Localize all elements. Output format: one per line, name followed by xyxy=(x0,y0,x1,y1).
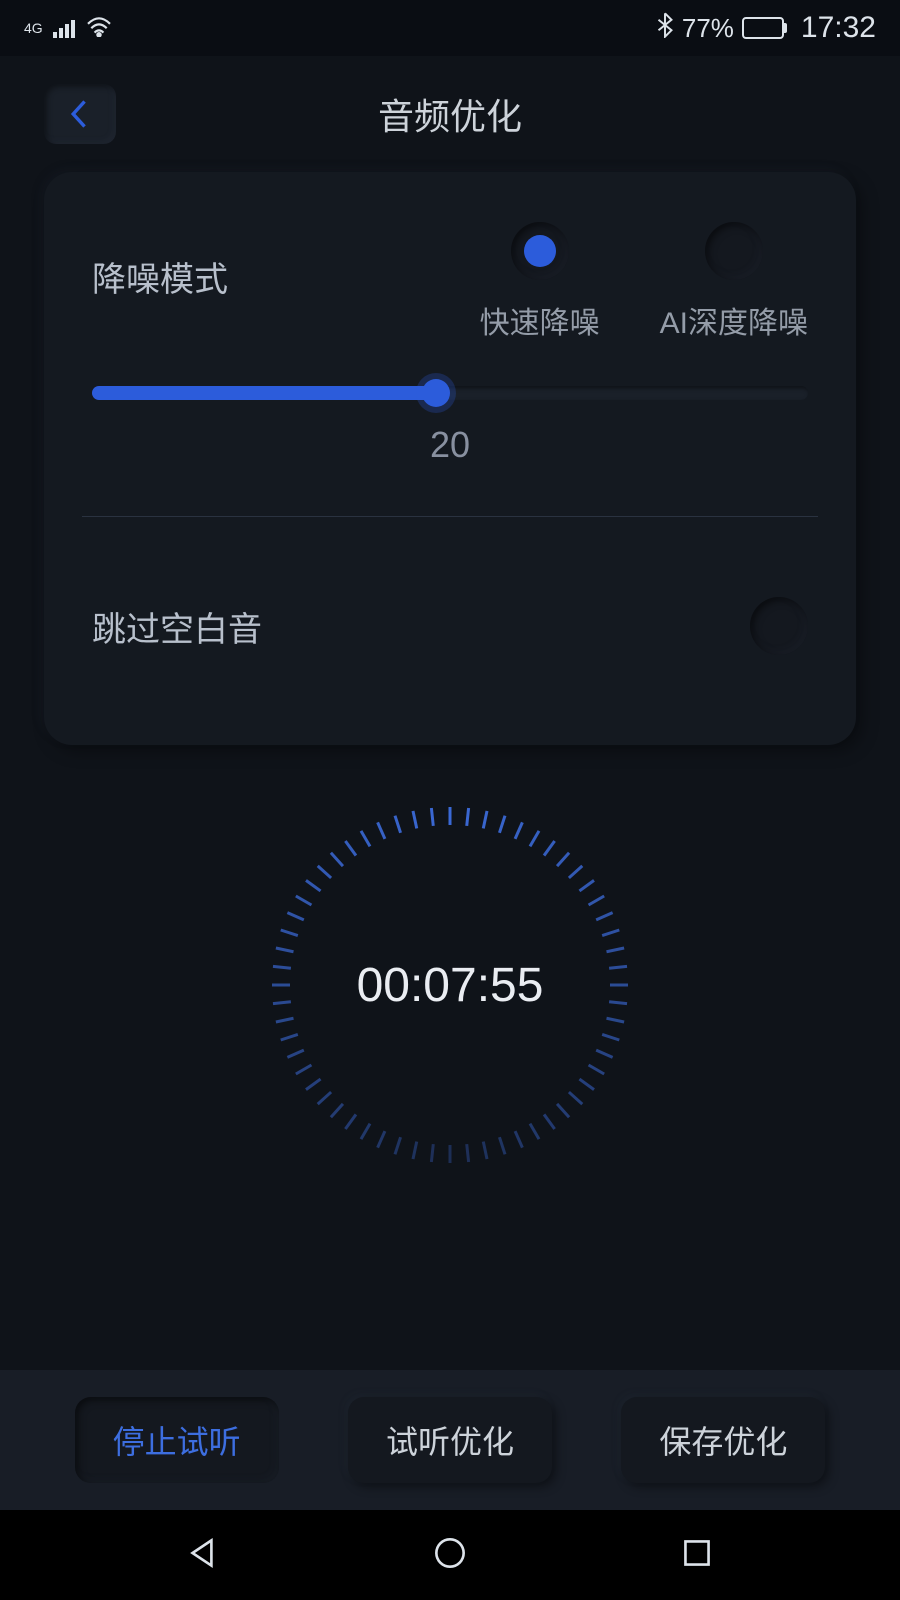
denoise-slider[interactable]: 20 xyxy=(92,386,808,466)
denoise-option-fast[interactable]: 快速降噪 xyxy=(480,222,600,342)
status-bar: 4G 77% 17:32 xyxy=(0,0,900,56)
preview-optimize-button[interactable]: 试听优化 xyxy=(348,1397,552,1483)
signal-icon xyxy=(53,18,75,38)
nav-recent-button[interactable] xyxy=(676,1532,718,1579)
battery-icon xyxy=(742,17,787,39)
android-nav-bar xyxy=(0,1510,900,1600)
stop-preview-button[interactable]: 停止试听 xyxy=(75,1397,279,1483)
nav-back-button[interactable] xyxy=(182,1532,224,1579)
action-bar: 停止试听 试听优化 保存优化 xyxy=(0,1370,900,1510)
timer-dial: 00:07:55 xyxy=(260,795,640,1175)
header: 音频优化 xyxy=(0,56,900,172)
wifi-icon xyxy=(85,13,113,44)
battery-percent: 77% xyxy=(682,13,734,44)
nav-home-button[interactable] xyxy=(429,1532,471,1579)
denoise-option-ai-label: AI深度降噪 xyxy=(660,298,808,342)
skip-silence-label: 跳过空白音 xyxy=(92,602,262,651)
slider-fill xyxy=(92,386,436,400)
slider-value: 20 xyxy=(92,424,808,466)
radio-selected-icon xyxy=(511,222,569,280)
denoise-options: 快速降噪 AI深度降噪 xyxy=(228,222,808,342)
denoise-mode-row: 降噪模式 快速降噪 AI深度降噪 xyxy=(92,222,808,342)
denoise-label: 降噪模式 xyxy=(92,252,228,301)
skip-silence-toggle[interactable] xyxy=(750,597,808,655)
slider-track xyxy=(92,386,808,400)
denoise-option-ai[interactable]: AI深度降噪 xyxy=(660,222,808,342)
slider-thumb[interactable] xyxy=(422,379,450,407)
divider xyxy=(82,516,818,517)
dial-ticks-icon xyxy=(260,795,640,1175)
timer-section: 00:07:55 xyxy=(0,795,900,1175)
denoise-option-fast-label: 快速降噪 xyxy=(480,298,600,342)
settings-panel: 降噪模式 快速降噪 AI深度降噪 20 跳过空白音 xyxy=(44,172,856,745)
clock-time: 17:32 xyxy=(801,11,876,45)
radio-empty-icon xyxy=(705,222,763,280)
network-type: 4G xyxy=(24,21,43,35)
save-optimize-button[interactable]: 保存优化 xyxy=(621,1397,825,1483)
page-title: 音频优化 xyxy=(378,88,522,140)
status-right: 77% 17:32 xyxy=(656,11,876,45)
bluetooth-icon xyxy=(656,12,674,45)
back-button[interactable] xyxy=(44,84,116,144)
status-left: 4G xyxy=(24,13,113,44)
skip-silence-row: 跳过空白音 xyxy=(92,597,808,655)
